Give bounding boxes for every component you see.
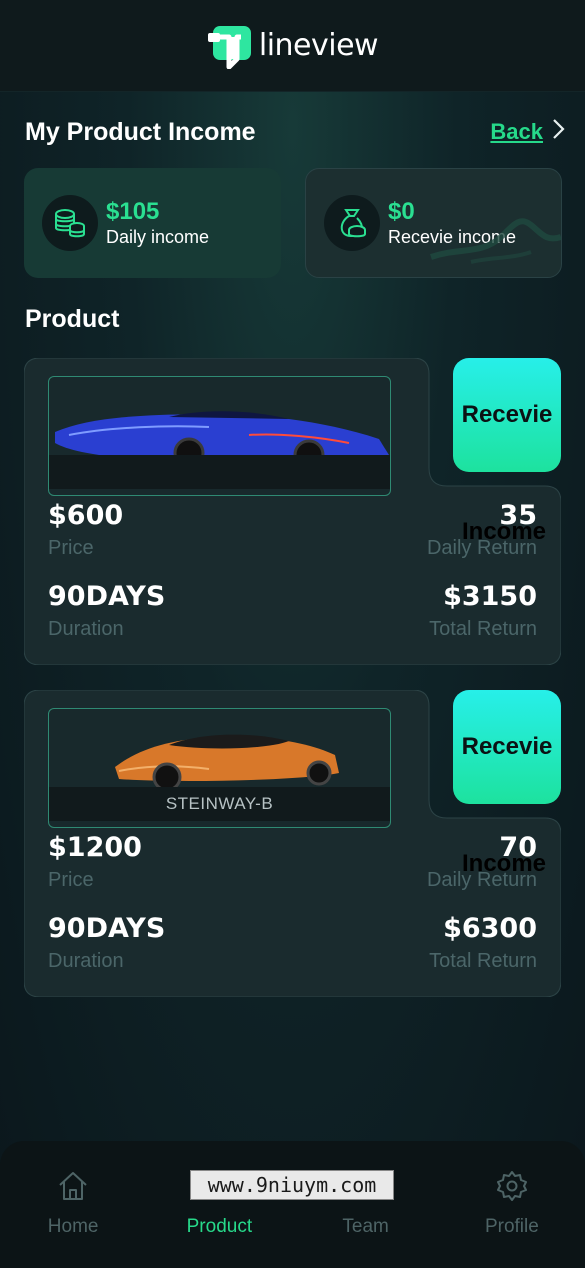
price-stat: $1200 Price (48, 832, 142, 892)
car-image (48, 376, 391, 496)
tab-product-label: Product (186, 1216, 253, 1237)
car-image: STEINWAY-B (48, 708, 391, 828)
back-button[interactable]: Back (490, 118, 565, 146)
total-return-value: $3150 (443, 581, 537, 612)
tab-product[interactable]: Product (146, 1141, 292, 1268)
duration-label: Duration (48, 618, 124, 640)
tab-team-label: Team (342, 1216, 389, 1237)
receive-button[interactable]: Recevie (453, 358, 561, 472)
wave-decoration-icon (430, 218, 561, 264)
price-stat: $600 Price (48, 500, 123, 560)
receive-button[interactable]: Recevie (453, 690, 561, 804)
daily-return-stat: 70 Daily Return (427, 832, 537, 892)
page-header: My Product Income Back (25, 116, 565, 148)
product-card: Recevie STEINWAY-B Income $1200 Price 70… (24, 690, 561, 997)
chevron-right-icon (551, 118, 565, 146)
price-label: Price (48, 869, 94, 891)
total-return-value: $6300 (443, 913, 537, 944)
price-value: $600 (48, 500, 124, 531)
total-return-stat: $6300 Total Return (429, 913, 537, 973)
app-screen: lineview My Product Income Back $105 Dai… (0, 0, 585, 1268)
bottom-tab-bar: Home Product Team Profile (0, 1141, 585, 1268)
tab-home-label: Home (47, 1216, 99, 1237)
tab-profile[interactable]: Profile (439, 1141, 585, 1268)
total-return-label: Total Return (429, 950, 537, 972)
total-return-stat: $3150 Total Return (429, 581, 537, 641)
duration-value: 90DAYS (48, 913, 166, 944)
coins-icon (42, 195, 98, 251)
page-title: My Product Income (25, 117, 256, 146)
duration-value: 90DAYS (48, 581, 166, 612)
daily-income-card: $105 Daily income (24, 168, 281, 278)
car-name (49, 455, 390, 489)
home-icon (56, 1169, 90, 1208)
tab-profile-label: Profile (484, 1216, 539, 1237)
daily-return-label: Daily Return (426, 537, 537, 559)
total-return-label: Total Return (429, 618, 537, 640)
price-value: $1200 (48, 832, 142, 863)
daily-return-value: 35 (499, 500, 537, 531)
duration-stat: 90DAYS Duration (48, 913, 165, 973)
gear-icon (495, 1169, 529, 1208)
duration-stat: 90DAYS Duration (48, 581, 165, 641)
tab-home[interactable]: Home (0, 1141, 146, 1268)
duration-label: Duration (48, 950, 124, 972)
logo-text: lineview (258, 28, 379, 63)
daily-return-stat: 35 Daily Return (427, 500, 537, 560)
logo-icon (207, 23, 255, 69)
product-card: Recevie Income $600 Price 35 Daily Retur… (24, 358, 561, 665)
car-name: STEINWAY-B (49, 787, 390, 821)
daily-return-value: 70 (499, 832, 537, 863)
money-bag-icon (324, 195, 380, 251)
product-section-title: Product (25, 305, 120, 333)
daily-income-label: Daily income (106, 227, 210, 247)
daily-income-amount: $105 (106, 198, 160, 225)
back-label: Back (490, 119, 543, 144)
daily-return-label: Daily Return (426, 869, 537, 891)
price-label: Price (48, 537, 94, 559)
top-bar: lineview (0, 0, 585, 92)
watermark: www.9niuym.com (190, 1170, 394, 1200)
receive-income-card: $0 Recevie income (305, 168, 562, 278)
tab-team[interactable]: Team (293, 1141, 439, 1268)
